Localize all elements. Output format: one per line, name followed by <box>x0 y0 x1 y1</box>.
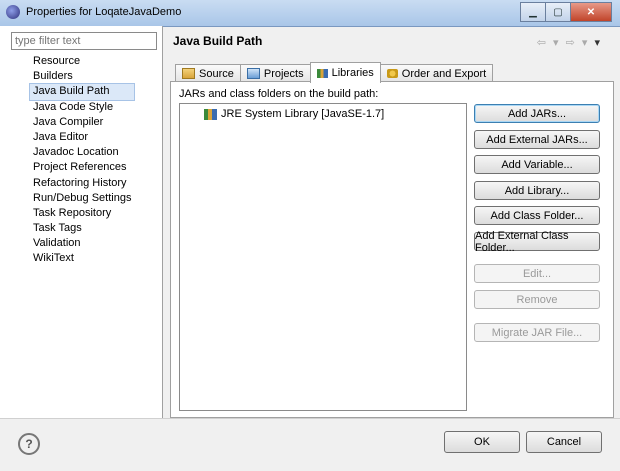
back-arrow-icon[interactable]: ⇦ ▾ <box>537 37 561 49</box>
tab-label: Libraries <box>331 67 374 79</box>
filter-input[interactable] <box>11 32 157 50</box>
tree-item-project-references[interactable]: Project References <box>30 160 134 175</box>
eclipse-icon <box>6 5 20 19</box>
libraries-icon <box>316 68 328 78</box>
tab-source[interactable]: Source <box>175 64 241 82</box>
library-label: JRE System Library [JavaSE-1.7] <box>221 108 385 120</box>
tab-label: Source <box>199 67 234 80</box>
title-bar: Properties for LoqateJavaDemo ▁ ▢ ✕ <box>0 0 620 27</box>
tree-item-wikitext[interactable]: WikiText <box>30 251 134 266</box>
projects-icon <box>246 68 260 79</box>
maximize-button[interactable]: ▢ <box>545 2 571 22</box>
add-jars-button[interactable]: Add JARs... <box>474 104 600 123</box>
tree-item-resource[interactable]: Resource <box>30 54 134 69</box>
close-button[interactable]: ✕ <box>570 2 612 22</box>
order-export-icon <box>386 69 398 78</box>
ok-button[interactable]: OK <box>444 431 520 453</box>
libraries-panel: JARs and class folders on the build path… <box>170 81 614 418</box>
window-title: Properties for LoqateJavaDemo <box>26 6 182 18</box>
library-icon <box>204 108 217 120</box>
property-tree: Resource Builders Java Build Path Java C… <box>28 54 136 267</box>
dialog-footer: ? OK Cancel <box>0 418 620 471</box>
add-external-jars-button[interactable]: Add External JARs... <box>474 130 600 149</box>
minimize-button[interactable]: ▁ <box>520 2 546 22</box>
add-external-class-folder-button[interactable]: Add External Class Folder... <box>474 230 600 254</box>
view-menu-icon[interactable]: ▾ <box>594 37 602 49</box>
tree-item-refactoring-history[interactable]: Refactoring History <box>30 176 134 191</box>
add-class-folder-button[interactable]: Add Class Folder... <box>474 206 600 225</box>
add-variable-button[interactable]: Add Variable... <box>474 155 600 174</box>
tree-item-javadoc-location[interactable]: Javadoc Location <box>30 145 134 160</box>
tree-item-task-tags[interactable]: Task Tags <box>30 221 134 236</box>
window-controls: ▁ ▢ ✕ <box>520 2 612 22</box>
tab-libraries[interactable]: Libraries <box>309 62 381 83</box>
edit-button[interactable]: Edit... <box>474 264 600 283</box>
add-library-button[interactable]: Add Library... <box>474 181 600 200</box>
property-pages-pane: Resource Builders Java Build Path Java C… <box>0 26 163 418</box>
tree-item-task-repository[interactable]: Task Repository <box>30 206 134 221</box>
list-item[interactable]: JRE System Library [JavaSE-1.7] <box>204 108 384 120</box>
history-nav: ⇦ ▾ ⇨ ▾ ▾ <box>537 36 602 49</box>
tab-strip: Source Projects Libraries Order and Expo… <box>175 62 494 83</box>
tab-label: Projects <box>263 67 304 80</box>
page-title: Java Build Path <box>173 34 263 48</box>
tree-item-java-editor[interactable]: Java Editor <box>30 130 134 145</box>
build-path-label: JARs and class folders on the build path… <box>179 88 379 100</box>
tree-item-java-compiler[interactable]: Java Compiler <box>30 115 134 130</box>
tree-item-builders[interactable]: Builders <box>30 69 134 84</box>
tab-order-and-export[interactable]: Order and Export <box>379 64 494 82</box>
tab-label: Order and Export <box>401 67 487 80</box>
migrate-jar-button[interactable]: Migrate JAR File... <box>474 323 600 342</box>
remove-button[interactable]: Remove <box>474 290 600 309</box>
tab-projects[interactable]: Projects <box>239 64 311 82</box>
tree-item-validation[interactable]: Validation <box>30 236 134 251</box>
source-folder-icon <box>182 68 195 79</box>
library-list[interactable]: JRE System Library [JavaSE-1.7] <box>179 103 467 411</box>
tree-item-java-build-path[interactable]: Java Build Path <box>28 83 136 101</box>
tree-item-run-debug-settings[interactable]: Run/Debug Settings <box>30 191 134 206</box>
cancel-button[interactable]: Cancel <box>526 431 602 453</box>
forward-arrow-icon[interactable]: ⇨ ▾ <box>566 37 590 49</box>
help-icon[interactable]: ? <box>18 433 40 455</box>
tree-item-java-code-style[interactable]: Java Code Style <box>30 100 134 115</box>
